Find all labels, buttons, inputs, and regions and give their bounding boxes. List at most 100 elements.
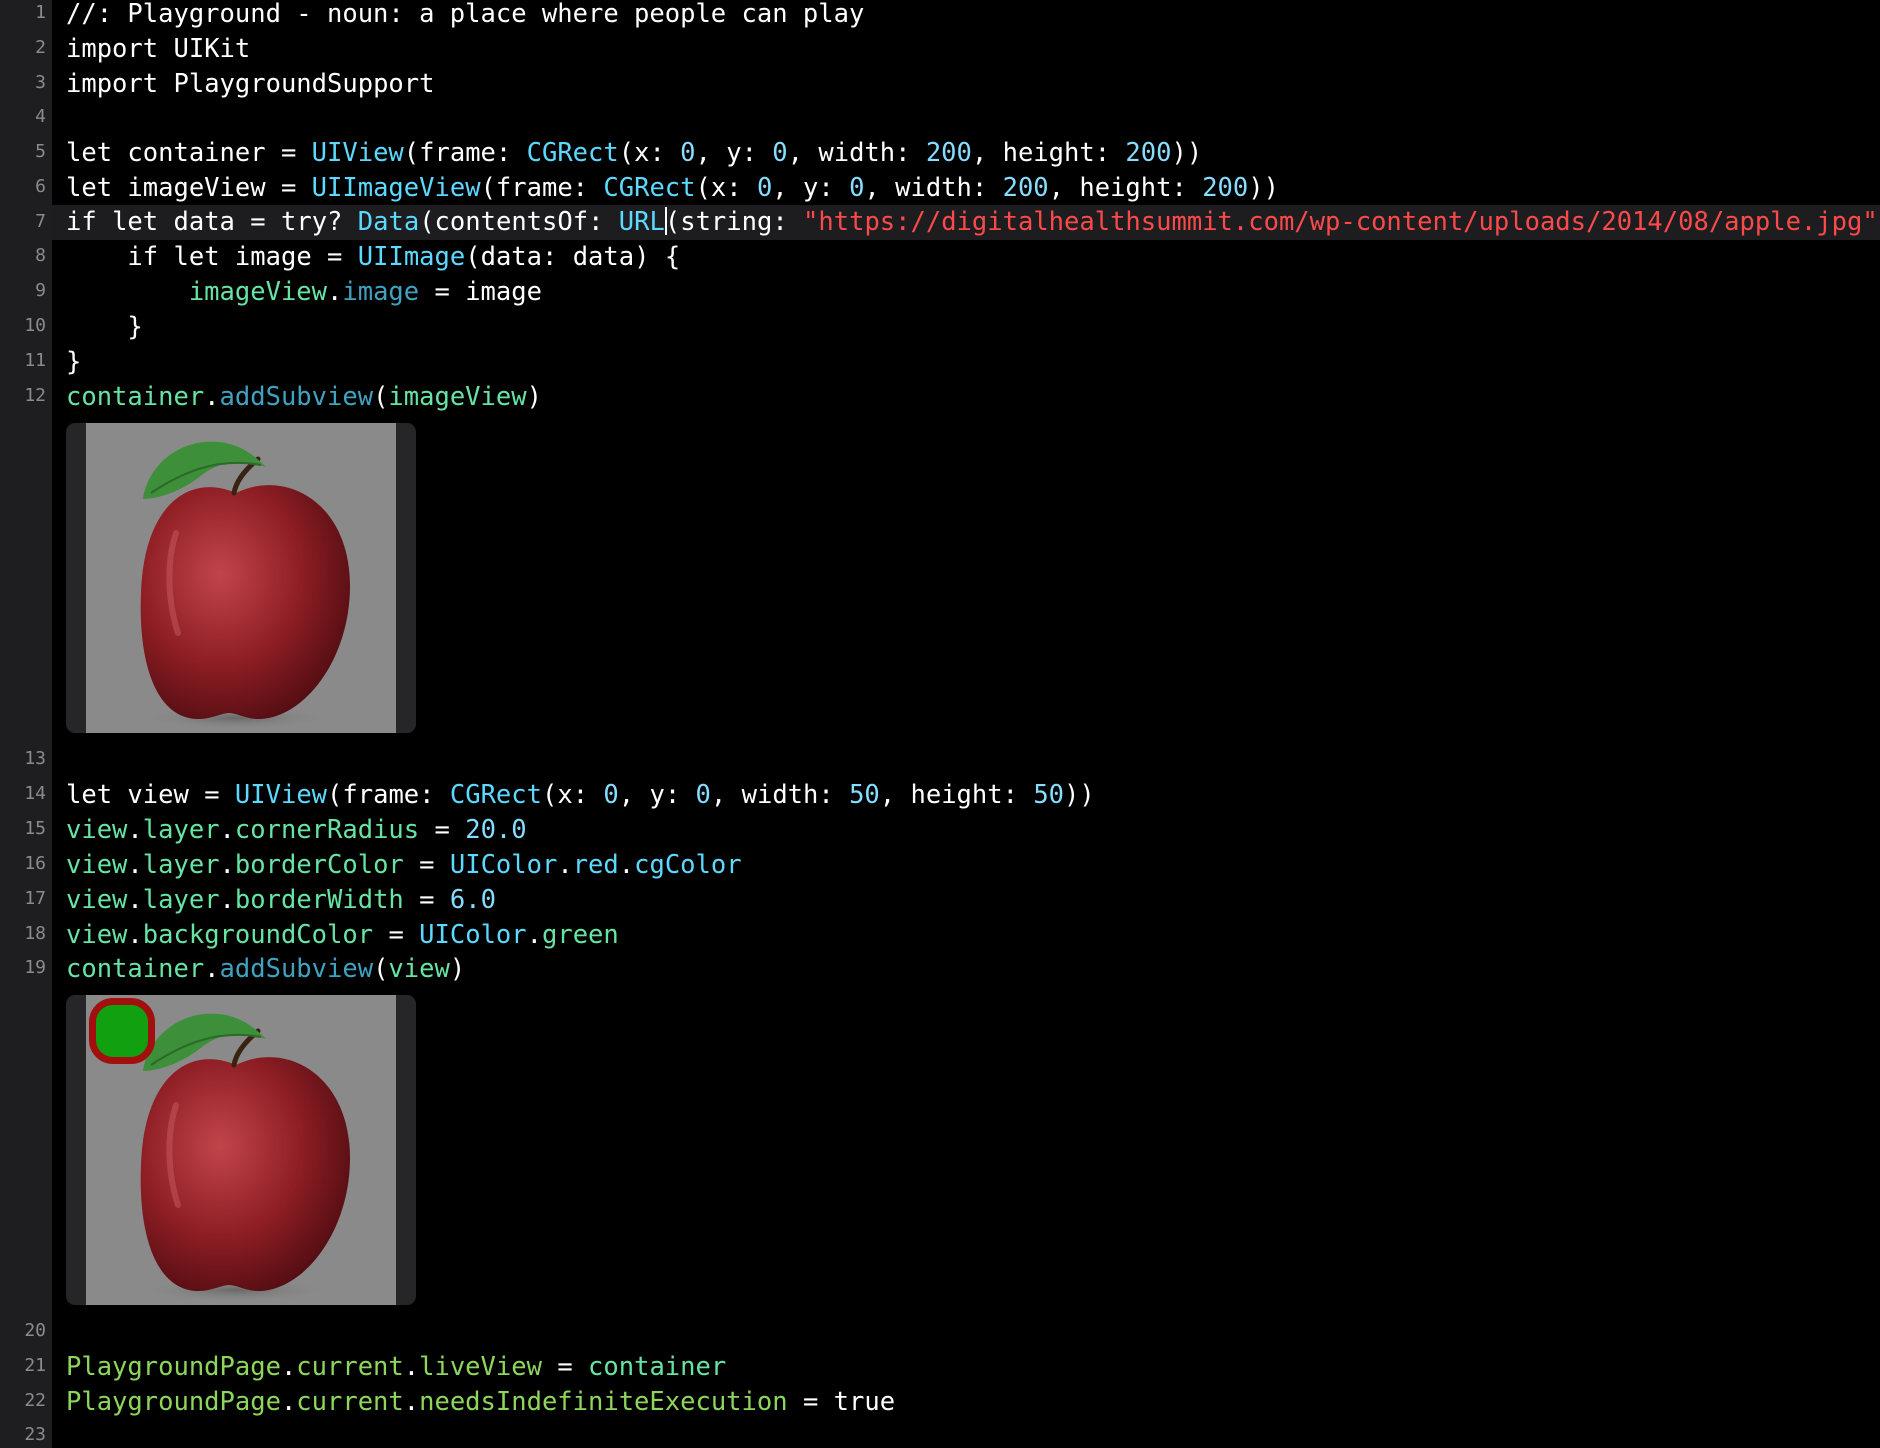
property-name: layer (142, 885, 220, 915)
code-line-19[interactable]: container.addSubview(view) (66, 952, 465, 987)
punctuation: . (204, 954, 220, 984)
punctuation: (frame: (480, 173, 604, 203)
identifier: view (127, 780, 189, 810)
punctuation: , y: (695, 138, 773, 168)
punctuation: (frame: (327, 780, 450, 810)
code-line-2[interactable]: import UIKit (66, 32, 250, 67)
punctuation: (string: (664, 207, 804, 237)
punctuation: (x: (695, 173, 757, 203)
identifier: imageView (388, 382, 527, 412)
punctuation: . (127, 885, 143, 915)
number-literal: 200 (1202, 173, 1249, 203)
line-number: 3 (35, 72, 46, 93)
keyword: if (66, 207, 97, 237)
punctuation: . (403, 1387, 420, 1417)
property-name: borderColor (234, 850, 404, 880)
code-line-21[interactable]: PlaygroundPage.current.liveView = contai… (66, 1350, 726, 1385)
line-number: 16 (24, 853, 46, 874)
line-number: 23 (24, 1424, 46, 1445)
property-name: layer (142, 850, 220, 880)
property-name: current (296, 1387, 404, 1417)
line-number: 6 (35, 176, 46, 197)
keyword: if (127, 242, 159, 272)
punctuation: . (280, 1352, 297, 1382)
code-line-22[interactable]: PlaygroundPage.current.needsIndefiniteEx… (66, 1385, 895, 1420)
line-number: 17 (24, 888, 46, 909)
number-literal: 50 (1033, 780, 1065, 810)
operator: = (802, 1387, 819, 1417)
number-literal: 6.0 (449, 885, 496, 915)
code-line-16[interactable]: view.layer.borderColor = UIColor.red.cgC… (66, 848, 742, 883)
punctuation: , width: (864, 173, 1003, 203)
property-name: image (342, 277, 420, 307)
code-line-10[interactable]: } (66, 310, 142, 345)
punctuation: . (204, 382, 220, 412)
type-name: UIColor (449, 850, 558, 880)
code-line-12[interactable]: container.addSubview(imageView) (66, 380, 542, 415)
identifier: view (388, 954, 450, 984)
line-number: 8 (35, 245, 46, 266)
punctuation: . (526, 920, 542, 950)
code-line-3[interactable]: import PlaygroundSupport (66, 67, 434, 102)
identifier: container (66, 382, 205, 412)
punctuation: ( (373, 382, 389, 412)
code-line-8[interactable]: if let image = UIImage(data: data) { (66, 240, 680, 275)
number-literal: 0 (849, 173, 865, 203)
type-name: UIImage (357, 242, 466, 272)
line-number: 13 (24, 748, 46, 769)
punctuation: . (127, 920, 143, 950)
punctuation: . (219, 815, 235, 845)
type-name: PlaygroundPage (66, 1352, 281, 1382)
line-number: 12 (24, 385, 46, 406)
code-line-18[interactable]: view.backgroundColor = UIColor.green (66, 918, 619, 953)
property-name: liveView (419, 1352, 542, 1382)
operator: = (434, 815, 450, 845)
identifier: imageView (127, 173, 266, 203)
punctuation: , height: (1048, 173, 1203, 203)
property-name: backgroundColor (142, 920, 374, 950)
property-name: green (541, 920, 619, 950)
container-view-preview (86, 995, 396, 1305)
punctuation: , width: (710, 780, 850, 810)
code-editor[interactable]: 1 2 3 4 5 6 7 8 9 10 11 12 13 14 15 16 1… (0, 0, 1880, 1448)
type-name: PlaygroundPage (66, 1387, 281, 1417)
punctuation: . (618, 850, 635, 880)
punctuation: . (557, 850, 573, 880)
operator: = (419, 850, 435, 880)
code-line-9[interactable]: imageView.image = image (66, 275, 542, 310)
line-number: 21 (24, 1355, 46, 1376)
operator: = (204, 780, 220, 810)
type-name: URL (618, 207, 665, 237)
punctuation: (contentsOf: (419, 207, 619, 237)
operator: = (327, 242, 343, 272)
code-line-11[interactable]: } (66, 345, 81, 380)
punctuation: . (403, 1352, 420, 1382)
punctuation: , width: (787, 138, 926, 168)
code-line-5[interactable]: let container = UIView(frame: CGRect(x: … (66, 136, 1202, 171)
code-line-14[interactable]: let view = UIView(frame: CGRect(x: 0, y:… (66, 778, 1095, 813)
line-number: 18 (24, 923, 46, 944)
punctuation: . (127, 850, 143, 880)
code-line-17[interactable]: view.layer.borderWidth = 6.0 (66, 883, 496, 918)
number-literal: 200 (1125, 138, 1172, 168)
punctuation: (x: (618, 138, 681, 168)
property-name: borderWidth (234, 885, 404, 915)
code-line-15[interactable]: view.layer.cornerRadius = 20.0 (66, 813, 527, 848)
code-line-6[interactable]: let imageView = UIImageView(frame: CGRec… (66, 171, 1279, 206)
punctuation: (frame: (403, 138, 527, 168)
identifier: image (234, 242, 312, 272)
code-line-7[interactable]: if let data = try? Data(contentsOf: URL(… (66, 205, 1880, 240)
green-rounded-view (89, 998, 155, 1064)
inline-result-view[interactable] (66, 995, 416, 1305)
code-line-1[interactable]: //: Playground - noun: a place where peo… (66, 0, 864, 32)
punctuation: ) (526, 382, 542, 412)
operator: = (557, 1352, 573, 1382)
identifier: image (465, 277, 542, 307)
inline-result-view[interactable] (66, 423, 416, 733)
line-number-gutter: 1 2 3 4 5 6 7 8 9 10 11 12 13 14 15 16 1… (0, 0, 52, 1448)
number-literal: 20.0 (465, 815, 527, 845)
keyword: let (112, 207, 159, 237)
number-literal: 0 (603, 780, 619, 810)
punctuation: , height: (879, 780, 1034, 810)
punctuation: )) (1064, 780, 1095, 810)
